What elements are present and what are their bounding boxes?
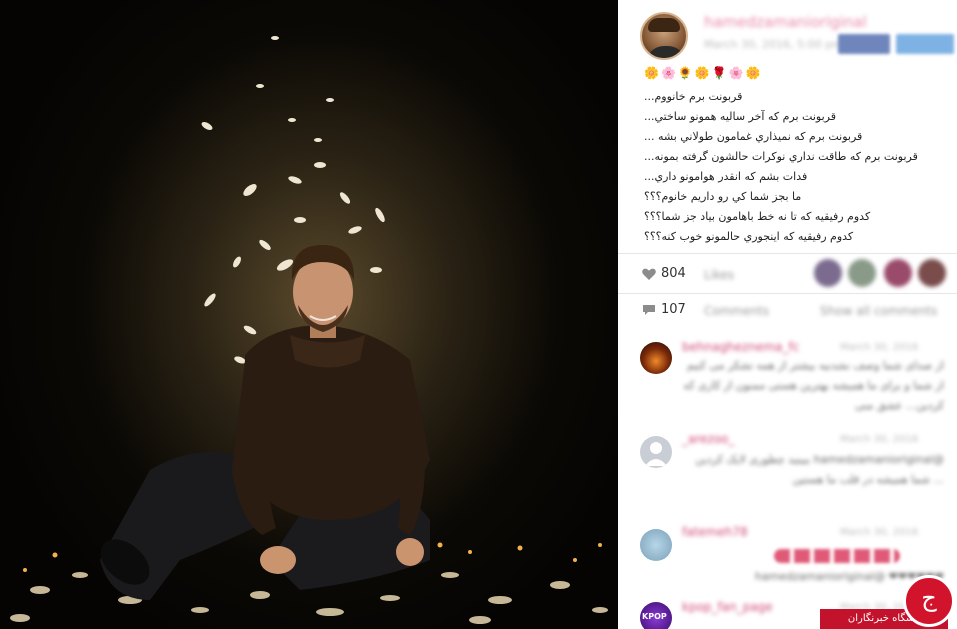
author-avatar[interactable]: [640, 12, 688, 60]
comment-text: ❤❤❤❤❤❤ @hamedzamanioriginal: [754, 570, 944, 583]
performer-on-stage-photo: [10, 36, 608, 624]
facebook-share-button[interactable]: [838, 34, 890, 54]
post-sidebar: hamedzamanioriginal March 30, 2016, 5:00…: [618, 0, 957, 629]
comments-row[interactable]: 107 Comments Show all comments: [618, 293, 957, 327]
post-header: hamedzamanioriginal March 30, 2016, 5:00…: [618, 0, 957, 62]
caption-line: كدوم رفيقيه كه اينجوري حالمونو خوب كنه؟؟…: [644, 230, 854, 243]
liker-avatar[interactable]: [918, 259, 946, 287]
news-agency-logo-icon: ج: [903, 575, 955, 627]
commenter-avatar[interactable]: [640, 529, 672, 561]
twitter-share-button[interactable]: [896, 34, 954, 54]
liker-avatar[interactable]: [848, 259, 876, 287]
caption-line: فدات بشم كه انقدر هوامونو داري...: [644, 170, 808, 183]
comment-time: March 30, 2016: [840, 527, 919, 538]
caption-emojis: 🌼🌸🌻🌼🌹🌸🌼: [644, 66, 763, 80]
commenter-name[interactable]: _arezoo_: [682, 432, 734, 446]
comments-label: Comments: [704, 304, 770, 318]
caption-line: كدوم رفيقيه كه تا نه خط باهامون بياد جز …: [644, 210, 871, 223]
post-caption: 🌼🌸🌻🌼🌹🌸🌼 قربونت برم خانووم... قربونت برم …: [618, 62, 957, 250]
commenter-name[interactable]: kpop_fan_page: [682, 600, 773, 614]
comment-text: از صدای شما وصف نشدنیه بیشتر از همه تشکر…: [683, 359, 944, 412]
likes-label: Likes: [704, 268, 735, 282]
comments-count: 107: [661, 302, 686, 317]
comment-hearts: [774, 549, 900, 563]
caption-line: قربونت برم خانووم...: [644, 90, 743, 103]
post-date: March 30, 2016, 5:00 pm: [704, 38, 843, 51]
commenter-avatar[interactable]: KPOP: [640, 602, 672, 629]
caption-line: قربونت برم که آخر ساليه همونو ساختي...: [644, 110, 836, 123]
likes-count: 804: [661, 266, 686, 281]
caption-line: قربونت برم که نميذاري غمامون طولاني بشه …: [644, 130, 863, 143]
liker-avatar[interactable]: [814, 259, 842, 287]
post-photo[interactable]: [0, 0, 618, 629]
watermark-logo-glyph: ج: [921, 584, 937, 612]
comment-time: March 30, 2016: [840, 434, 919, 445]
author-username[interactable]: hamedzamanioriginal: [704, 13, 867, 31]
speech-bubble-icon: [643, 305, 655, 315]
commenter-name[interactable]: behnagheznema_fc: [682, 340, 799, 354]
comment-time: March 30, 2016: [840, 342, 919, 353]
liker-avatar[interactable]: [884, 259, 912, 287]
heart-icon: [642, 268, 656, 280]
caption-line: قربونت برم که طاقت نداري نوكرات حالشون گ…: [644, 150, 918, 163]
commenter-avatar[interactable]: [640, 436, 672, 468]
caption-line: ما بجز شما كي رو داريم خانوم؟؟؟: [644, 190, 802, 203]
comment-text: @hamedzamanioriginal ببینید چطوری لایک ک…: [695, 453, 944, 486]
commenter-avatar[interactable]: [640, 342, 672, 374]
commenter-name[interactable]: fatemeh78: [682, 525, 748, 539]
show-all-comments-link[interactable]: Show all comments: [820, 304, 937, 318]
